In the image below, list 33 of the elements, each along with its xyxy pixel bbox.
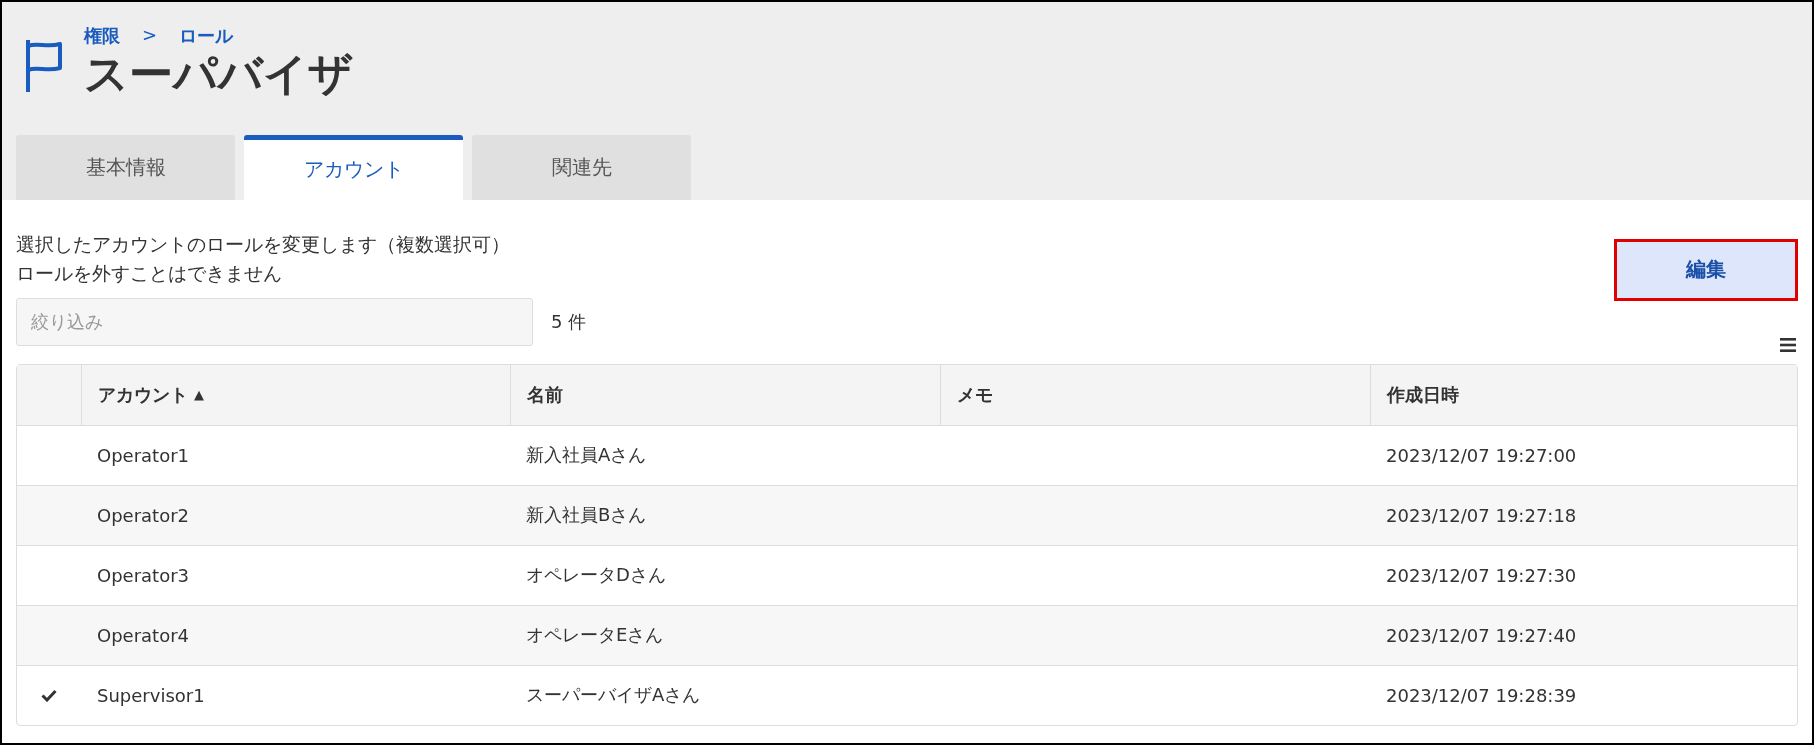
page-title: スーパバイザ	[84, 48, 353, 101]
table-cell: オペレータEさん	[526, 623, 664, 648]
breadcrumb-link[interactable]: 権限	[84, 24, 120, 48]
flag-icon	[24, 38, 64, 95]
tab[interactable]: アカウント	[244, 134, 463, 200]
column-header[interactable]: 作成日時	[1370, 364, 1797, 425]
result-count: 5 件	[551, 309, 587, 334]
column-header[interactable]: アカウント ▲	[81, 364, 510, 425]
filter-field[interactable]: 絞り込み	[16, 297, 533, 346]
table-cell: 2023/12/07 19:27:30	[1386, 564, 1577, 586]
tab[interactable]: 基本情報	[16, 134, 235, 200]
breadcrumb-link[interactable]: ロール	[179, 24, 234, 48]
column-header[interactable]: メモ	[940, 364, 1370, 425]
column-header[interactable]: 名前	[510, 364, 940, 425]
breadcrumb-separator: >	[142, 24, 158, 47]
description-text: 選択したアカウントのロールを変更します（複数選択可）	[16, 231, 511, 257]
table-cell: 新入社員Bさん	[526, 503, 647, 528]
table-cell: Supervisor1	[97, 684, 205, 706]
table-cell: オペレータDさん	[526, 563, 666, 588]
table-cell: 2023/12/07 19:27:18	[1386, 504, 1577, 526]
description-text: ロールを外すことはできません	[16, 260, 283, 286]
table-cell: 2023/12/07 19:28:39	[1386, 684, 1577, 706]
table-cell: Operator4	[97, 624, 190, 646]
table-cell: スーパーバイザAさん	[526, 683, 701, 708]
table-cell: 2023/12/07 19:27:00	[1386, 444, 1577, 466]
edit-button[interactable]: 編集	[1614, 238, 1798, 301]
tab[interactable]: 関連先	[472, 134, 691, 200]
table-cell: Operator2	[97, 504, 190, 526]
table-cell: 2023/12/07 19:27:40	[1386, 624, 1577, 646]
menu-icon[interactable]	[1780, 337, 1796, 352]
table-cell: Operator1	[97, 444, 190, 466]
table-cell: 新入社員Aさん	[526, 443, 647, 468]
table-cell: Operator3	[97, 564, 190, 586]
